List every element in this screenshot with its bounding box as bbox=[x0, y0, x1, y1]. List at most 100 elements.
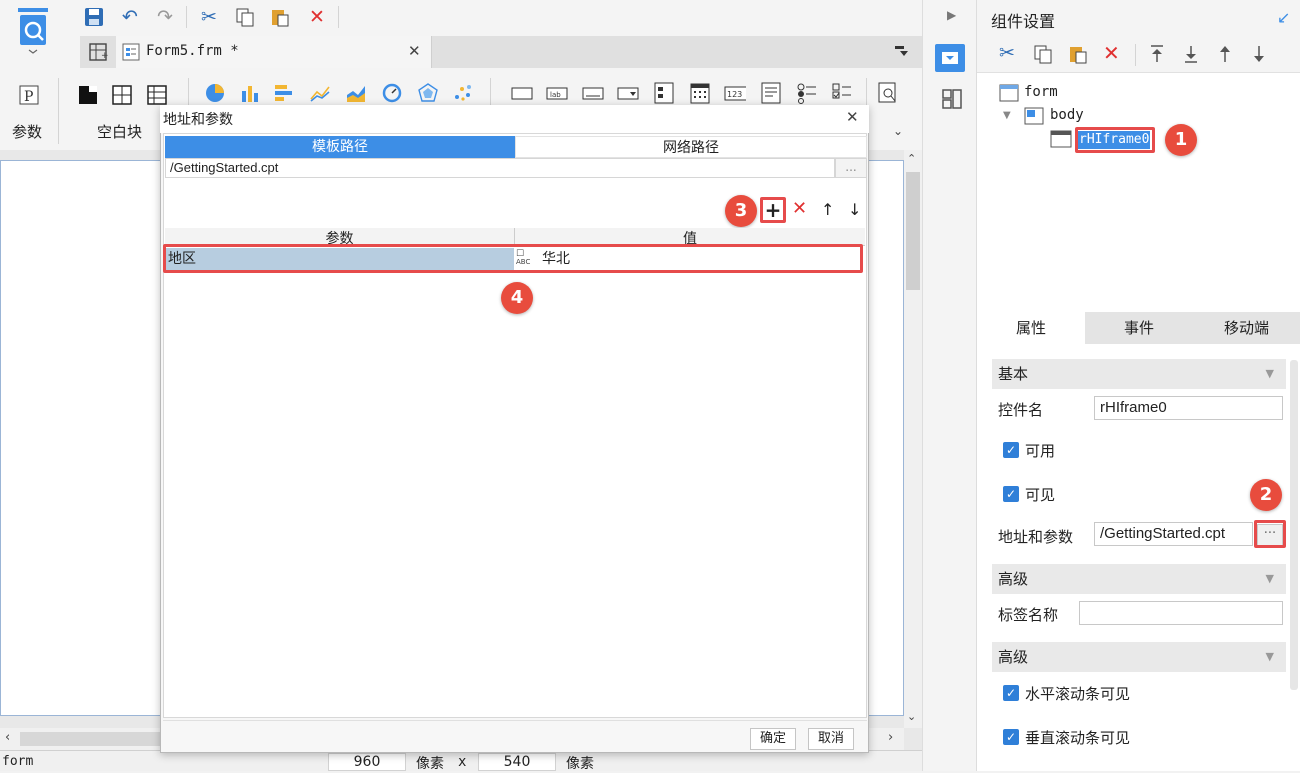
scatter-chart-icon[interactable] bbox=[452, 82, 474, 104]
bar-chart-icon[interactable] bbox=[239, 82, 261, 104]
block-absolute-icon[interactable] bbox=[77, 84, 99, 106]
visible-checkbox[interactable]: ✓ bbox=[1003, 486, 1019, 502]
height-unit: 像素 bbox=[566, 756, 594, 772]
control-name-input[interactable]: rHIframe0 bbox=[1094, 396, 1283, 420]
layout-panel-icon[interactable] bbox=[941, 88, 963, 110]
highlight-box-1 bbox=[1075, 127, 1155, 153]
expand-arrow-icon[interactable]: ▶ bbox=[947, 8, 956, 22]
vscroll-visible-checkbox[interactable]: ✓ bbox=[1003, 729, 1019, 745]
preview-search-icon[interactable] bbox=[877, 82, 899, 104]
radar-chart-icon[interactable] bbox=[417, 82, 439, 104]
tree-expand-icon[interactable]: ▼ bbox=[1003, 110, 1011, 121]
area-chart-icon[interactable] bbox=[345, 82, 367, 104]
text-widget-icon[interactable] bbox=[511, 82, 533, 104]
tab-close-icon[interactable]: ✕ bbox=[408, 42, 421, 60]
panel-delete-icon[interactable]: ✕ bbox=[1103, 41, 1120, 65]
date-widget-icon[interactable] bbox=[689, 82, 711, 104]
tag-name-input[interactable] bbox=[1079, 601, 1283, 625]
section-basic[interactable]: 基本 ▼ bbox=[992, 359, 1286, 389]
iframe-node-icon bbox=[1050, 130, 1072, 152]
template-path-browse-button[interactable]: ... bbox=[835, 158, 867, 178]
scroll-left-icon[interactable]: ‹ bbox=[5, 730, 10, 745]
checkbox-group-icon[interactable] bbox=[831, 82, 853, 104]
tab-network-path[interactable]: 网络路径 bbox=[515, 136, 867, 158]
height-input[interactable]: 540 bbox=[478, 753, 556, 771]
times-sign: x bbox=[458, 754, 467, 770]
undo-icon[interactable]: ↶ bbox=[118, 5, 142, 29]
gauge-chart-icon[interactable] bbox=[381, 82, 403, 104]
properties-scrollbar[interactable] bbox=[1290, 360, 1298, 690]
vscroll-visible-label: 垂直滚动条可见 bbox=[1025, 729, 1131, 747]
form-file-icon bbox=[122, 43, 140, 61]
svg-text:123: 123 bbox=[727, 90, 742, 99]
tab-form5[interactable]: Form5.frm * ✕ bbox=[116, 36, 432, 68]
scroll-down-icon[interactable]: ⌄ bbox=[907, 710, 916, 723]
ribbon-collapse-icon[interactable]: ⌄ bbox=[893, 124, 903, 138]
radio-group-icon[interactable] bbox=[796, 82, 818, 104]
visible-label: 可见 bbox=[1025, 486, 1056, 504]
tab-menu-icon[interactable] bbox=[893, 43, 909, 59]
block-table-icon[interactable] bbox=[146, 84, 168, 106]
tab-mobile[interactable]: 移动端 bbox=[1193, 312, 1300, 344]
move-down-icon[interactable] bbox=[1251, 44, 1267, 68]
copy-icon[interactable] bbox=[233, 5, 257, 29]
dialog-ok-button[interactable]: 确定 bbox=[750, 728, 796, 750]
tab-events[interactable]: 事件 bbox=[1085, 312, 1193, 344]
section-advanced-2[interactable]: 高级 ▼ bbox=[992, 642, 1286, 672]
panel-cut-icon[interactable]: ✂ bbox=[999, 42, 1015, 64]
dialog-cancel-button[interactable]: 取消 bbox=[808, 728, 854, 750]
grid-view-icon[interactable]: + bbox=[88, 42, 110, 64]
panel-dock-icon[interactable]: ↙ bbox=[1277, 8, 1290, 27]
section-advanced-1[interactable]: 高级 ▼ bbox=[992, 564, 1286, 594]
param-label[interactable]: 参数 bbox=[12, 121, 42, 142]
label-widget-icon[interactable]: lab bbox=[546, 82, 568, 104]
pie-chart-icon[interactable] bbox=[204, 82, 226, 104]
cut-icon[interactable]: ✂ bbox=[197, 5, 221, 29]
highlight-box-4 bbox=[163, 244, 863, 273]
blank-block-label[interactable]: 空白块 bbox=[97, 121, 142, 142]
block-split-icon[interactable] bbox=[111, 84, 133, 106]
component-settings-tab-icon[interactable] bbox=[935, 44, 965, 72]
template-path-input[interactable]: /GettingStarted.cpt bbox=[165, 158, 835, 178]
body-node-icon bbox=[1024, 107, 1044, 129]
panel-paste-icon[interactable] bbox=[1068, 44, 1088, 68]
enabled-checkbox[interactable]: ✓ bbox=[1003, 442, 1019, 458]
svg-text:lab: lab bbox=[550, 91, 561, 99]
move-top-icon[interactable] bbox=[1149, 44, 1165, 68]
tab-template-path[interactable]: 模板路径 bbox=[165, 136, 515, 158]
app-logo-icon[interactable] bbox=[16, 6, 50, 54]
paste-icon[interactable] bbox=[268, 5, 292, 29]
save-icon[interactable] bbox=[82, 5, 106, 29]
panel-copy-icon[interactable] bbox=[1033, 44, 1053, 68]
textarea-widget-icon[interactable] bbox=[760, 82, 782, 104]
tree-node-form[interactable]: form bbox=[1024, 84, 1058, 100]
redo-icon[interactable]: ↷ bbox=[153, 5, 177, 29]
combo-widget-icon[interactable] bbox=[617, 82, 639, 104]
tree-node-body[interactable]: body bbox=[1050, 107, 1084, 123]
delete-param-icon[interactable]: ✕ bbox=[792, 198, 807, 219]
annotation-badge-3: 3 bbox=[725, 195, 757, 227]
move-bottom-icon[interactable] bbox=[1183, 44, 1199, 68]
tab-properties[interactable]: 属性 bbox=[977, 312, 1085, 344]
param-move-up-icon[interactable]: ↑ bbox=[821, 200, 834, 219]
hbar-chart-icon[interactable] bbox=[273, 82, 295, 104]
hscroll-visible-label: 水平滚动条可见 bbox=[1025, 685, 1131, 703]
dialog-footer-divider bbox=[163, 720, 867, 721]
dialog-title: 地址和参数 bbox=[163, 112, 233, 128]
vertical-scroll-thumb[interactable] bbox=[906, 172, 920, 290]
delete-icon[interactable]: ✕ bbox=[305, 5, 329, 29]
dialog-close-icon[interactable]: ✕ bbox=[846, 108, 859, 126]
button-widget-icon[interactable] bbox=[582, 82, 604, 104]
hscroll-visible-checkbox[interactable]: ✓ bbox=[1003, 685, 1019, 701]
scroll-right-icon[interactable]: › bbox=[888, 730, 893, 745]
param-icon[interactable]: P bbox=[18, 84, 40, 106]
url-params-input[interactable]: /GettingStarted.cpt bbox=[1094, 522, 1253, 546]
number-widget-icon[interactable]: 123 bbox=[724, 82, 746, 104]
svg-text:P: P bbox=[24, 89, 33, 105]
scroll-up-icon[interactable]: ⌃ bbox=[907, 152, 916, 165]
tree-widget-icon[interactable] bbox=[653, 82, 675, 104]
move-up-icon[interactable] bbox=[1217, 44, 1233, 68]
line-chart-icon[interactable] bbox=[309, 82, 331, 104]
param-move-down-icon[interactable]: ↓ bbox=[848, 200, 861, 219]
width-input[interactable]: 960 bbox=[328, 753, 406, 771]
